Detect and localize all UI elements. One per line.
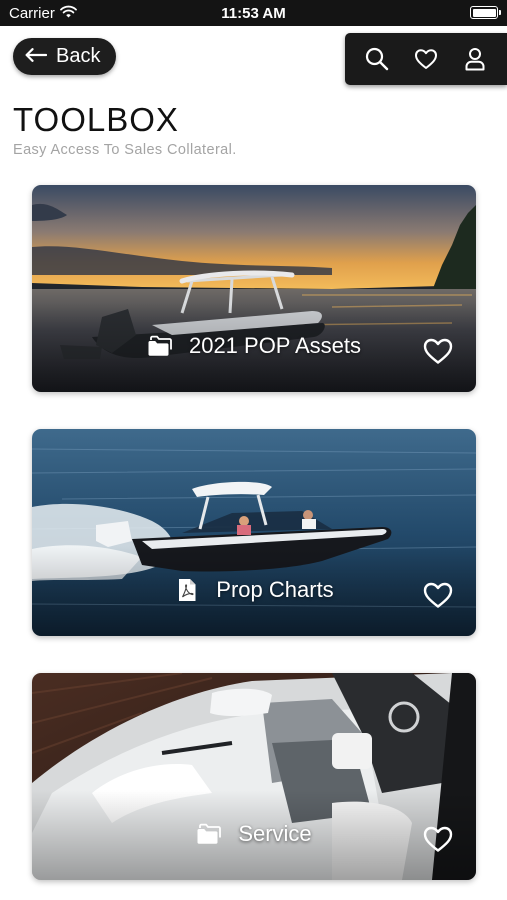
- back-button[interactable]: Back: [13, 38, 116, 75]
- status-bar: Carrier 11:53 AM: [0, 0, 507, 26]
- folder-icon: [147, 333, 173, 359]
- heart-icon[interactable]: [411, 44, 441, 74]
- battery-cap: [499, 10, 501, 15]
- page-subtitle: Easy Access To Sales Collateral.: [13, 142, 237, 158]
- favorite-heart-icon[interactable]: [420, 335, 456, 367]
- folder-icon: [196, 821, 222, 847]
- favorite-heart-icon[interactable]: [420, 579, 456, 611]
- card-title: 2021 POP Assets: [188, 333, 362, 358]
- card-service[interactable]: Service: [32, 673, 476, 880]
- card-title: Prop Charts: [216, 577, 334, 602]
- card-label: Service: [32, 821, 476, 847]
- search-icon[interactable]: [362, 44, 392, 74]
- pdf-icon: [174, 577, 200, 603]
- card-label: 2021 POP Assets: [32, 333, 476, 359]
- battery-icon: [470, 6, 501, 19]
- user-icon[interactable]: [460, 44, 490, 74]
- battery-fill: [472, 8, 496, 17]
- favorite-heart-icon[interactable]: [420, 823, 456, 855]
- arrow-left-icon: [25, 45, 48, 68]
- back-label: Back: [56, 45, 101, 67]
- status-time: 11:53 AM: [221, 5, 286, 22]
- card-title: Service: [238, 821, 312, 846]
- card-label: Prop Charts: [32, 577, 476, 603]
- card-prop-charts[interactable]: Prop Charts: [32, 429, 476, 636]
- top-actions-toolbar: [345, 33, 507, 85]
- card-pop-assets[interactable]: 2021 POP Assets: [32, 185, 476, 392]
- page-title: TOOLBOX: [13, 101, 179, 138]
